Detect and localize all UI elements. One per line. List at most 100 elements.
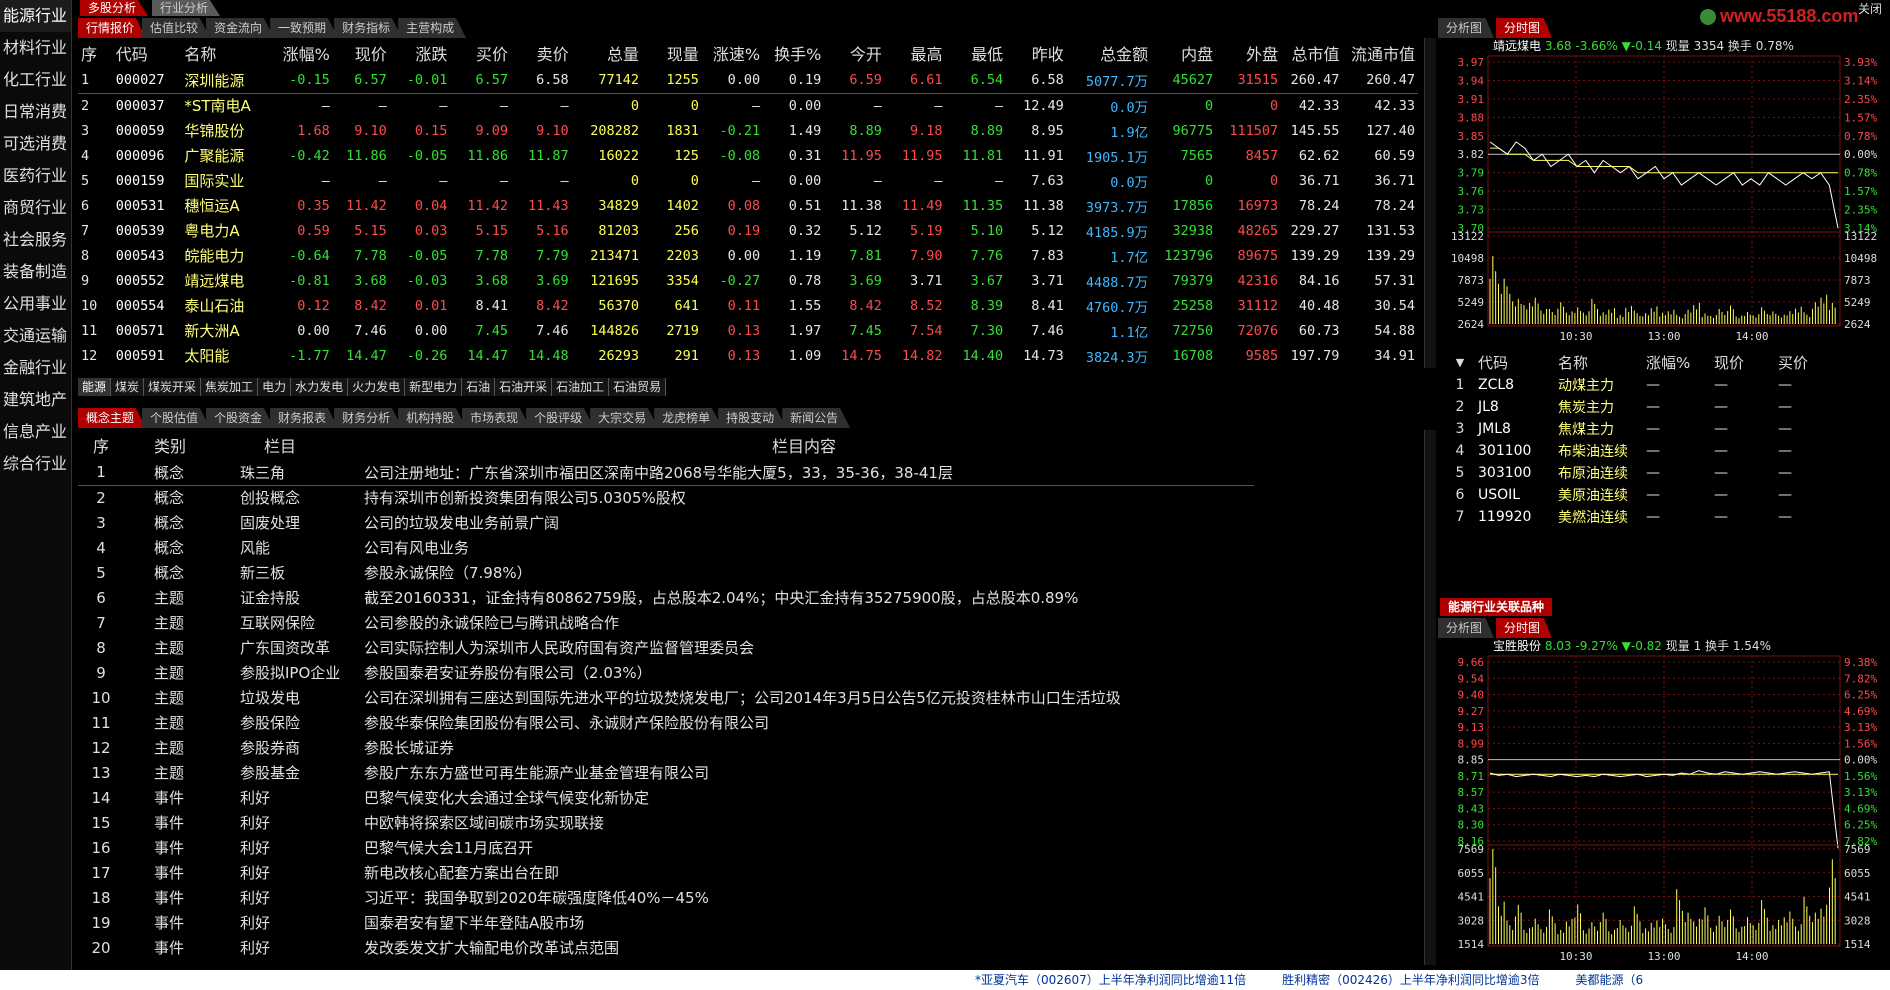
quote-row[interactable]: 2 000037 *ST南电A — — — — — 0 0 — 0.00 — — — 12.49 0.0万 0 0 4…	[78, 93, 1418, 118]
quote-header-cell[interactable]: 外盘	[1216, 38, 1281, 68]
industry-chip-12[interactable]: 石油贸易	[609, 378, 667, 396]
quote-header-cell[interactable]: 最高	[885, 38, 946, 68]
concept-row[interactable]: 20 事件 利好 发改委发文扩大输配电价改革试点范围	[78, 935, 1254, 960]
sidebar-item-9[interactable]: 装备制造	[0, 256, 71, 288]
quote-row[interactable]: 4 000096 广聚能源 -0.42 11.86 -0.05 11.86 11.87 1602…	[78, 143, 1418, 168]
quote-row[interactable]: 12 000591 太阳能 -1.77 14.47 -0.26 14.47 14.48 2629…	[78, 343, 1418, 368]
sidebar-item-3[interactable]: 化工行业	[0, 64, 71, 96]
industry-chip-4[interactable]: 焦炭加工	[201, 378, 259, 396]
info-tab-9[interactable]: 大宗交易	[590, 408, 659, 428]
sidebar-item-15[interactable]: 综合行业	[0, 448, 71, 480]
industry-chip-7[interactable]: 火力发电	[348, 378, 406, 396]
industry-chip-11[interactable]: 石油加工	[552, 378, 610, 396]
info-tab-2[interactable]: 个股估值	[142, 408, 211, 428]
quote-row[interactable]: 5 000159 国际实业 — — — — — 0 0 — 0.00 — — — 7.63 0.0万 0 0 36.7…	[78, 168, 1418, 193]
info-tab-3[interactable]: 个股资金	[206, 408, 275, 428]
sidebar-item-11[interactable]: 交通运输	[0, 320, 71, 352]
quote-row[interactable]: 7 000539 粤电力A 0.59 5.15 0.03 5.15 5.16 81203 256 0…	[78, 218, 1418, 243]
chart2-tab-intraday[interactable]: 分时图	[1496, 618, 1553, 638]
concept-scrollbar[interactable]	[1424, 430, 1436, 965]
info-tab-8[interactable]: 个股评级	[526, 408, 595, 428]
chart1-tab-analysis[interactable]: 分析图	[1438, 18, 1495, 38]
concept-row[interactable]: 19 事件 利好 国泰君安有望下半年登陆A股市场	[78, 910, 1254, 935]
futures-header-cell[interactable]: 代码	[1475, 350, 1555, 374]
quote-row[interactable]: 1 000027 深圳能源 -0.15 6.57 -0.01 6.57 6.58 77142 12…	[78, 68, 1418, 93]
industry-chip-8[interactable]: 新型电力	[405, 378, 463, 396]
sidebar-item-10[interactable]: 公用事业	[0, 288, 71, 320]
info-tab-5[interactable]: 财务分析	[334, 408, 403, 428]
concept-header-cell[interactable]: 序	[78, 430, 124, 460]
quote-header-cell[interactable]: 代码	[113, 38, 182, 68]
quote-tab-4[interactable]: 一致预期	[270, 18, 339, 38]
industry-chip-3[interactable]: 煤炭开采	[144, 378, 202, 396]
close-button[interactable]: 关闭	[1858, 0, 1882, 17]
concept-row[interactable]: 7 主题 互联网保险 公司参股的永诚保险已与腾讯战略合作	[78, 610, 1254, 635]
sidebar-item-12[interactable]: 金融行业	[0, 352, 71, 384]
quote-row[interactable]: 3 000059 华锦股份 1.68 9.10 0.15 9.09 9.10 208282 183…	[78, 118, 1418, 143]
quote-header-cell[interactable]: 总金额	[1067, 38, 1151, 68]
futures-row[interactable]: 1 ZCL8 动煤主力 — — —	[1445, 374, 1839, 396]
concept-row[interactable]: 1 概念 珠三角 公司注册地址：广东省深圳市福田区深南中路2068号华能大厦5，33，…	[78, 460, 1254, 485]
sidebar-item-14[interactable]: 信息产业	[0, 416, 71, 448]
quote-header-cell[interactable]: 涨幅%	[272, 38, 333, 68]
quote-header-cell[interactable]: 昨收	[1006, 38, 1067, 68]
futures-row[interactable]: 3 JML8 焦煤主力 — — —	[1445, 418, 1839, 440]
concept-row[interactable]: 11 主题 参股保险 参股华泰保险集团股份有限公司、永诚财产保险股份有限公司	[78, 710, 1254, 735]
futures-row[interactable]: 7 119920 美燃油连续 — — —	[1445, 506, 1839, 528]
quote-tab-1[interactable]: 行情报价	[78, 18, 147, 38]
concept-header-cell[interactable]: 栏目内容	[354, 430, 1254, 460]
quote-row[interactable]: 11 000571 新大洲A 0.00 7.46 0.00 7.45 7.46 144826 27…	[78, 318, 1418, 343]
concept-row[interactable]: 16 事件 利好 巴黎气候大会11月底召开	[78, 835, 1254, 860]
concept-row[interactable]: 8 主题 广东国资改革 公司实际控制人为深圳市人民政府国有资产监督管理委员会	[78, 635, 1254, 660]
concept-row[interactable]: 5 概念 新三板 参股永诚保险（7.98%）	[78, 560, 1254, 585]
quote-header-cell[interactable]: 流通市值	[1342, 38, 1418, 68]
quote-scrollbar[interactable]	[1424, 38, 1436, 368]
sidebar-item-5[interactable]: 可选消费	[0, 128, 71, 160]
info-tab-1[interactable]: 概念主题	[78, 408, 147, 428]
industry-chip-5[interactable]: 电力	[258, 378, 292, 396]
quote-tab-6[interactable]: 主营构成	[398, 18, 467, 38]
chart2-tab-analysis[interactable]: 分析图	[1438, 618, 1495, 638]
sidebar-item-13[interactable]: 建筑地产	[0, 384, 71, 416]
concept-row[interactable]: 3 概念 固废处理 公司的垃圾发电业务前景广阔	[78, 510, 1254, 535]
industry-chip-2[interactable]: 煤炭	[111, 378, 145, 396]
futures-header-cell[interactable]: 名称	[1555, 350, 1643, 374]
industry-chip-6[interactable]: 水力发电	[291, 378, 349, 396]
concept-row[interactable]: 2 概念 创投概念 持有深圳市创新投资集团有限公司5.0305%股权	[78, 485, 1254, 510]
futures-header-cell[interactable]: 买价	[1775, 350, 1839, 374]
quote-header-cell[interactable]: 换手%	[763, 38, 824, 68]
quote-header-cell[interactable]: 卖价	[511, 38, 572, 68]
tab-multi-stock[interactable]: 多股分析	[80, 0, 149, 16]
futures-header-cell[interactable]: 涨幅%	[1643, 350, 1711, 374]
concept-row[interactable]: 13 主题 参股基金 参股广东东方盛世可再生能源产业基金管理有限公司	[78, 760, 1254, 785]
concept-row[interactable]: 4 概念 风能 公司有风电业务	[78, 535, 1254, 560]
quote-tab-2[interactable]: 估值比较	[142, 18, 211, 38]
concept-row[interactable]: 14 事件 利好 巴黎气候变化大会通过全球气候变化新协定	[78, 785, 1254, 810]
concept-row[interactable]: 10 主题 垃圾发电 公司在深圳拥有三座达到国际先进水平的垃圾焚烧发电厂；公司2014…	[78, 685, 1254, 710]
tab-industry[interactable]: 行业分析	[152, 0, 221, 16]
sidebar-item-8[interactable]: 社会服务	[0, 224, 71, 256]
quote-tab-5[interactable]: 财务指标	[334, 18, 403, 38]
sidebar-item-7[interactable]: 商贸行业	[0, 192, 71, 224]
quote-row[interactable]: 8 000543 皖能电力 -0.64 7.78 -0.05 7.78 7.79 213471 2…	[78, 243, 1418, 268]
industry-chip-9[interactable]: 石油	[462, 378, 496, 396]
info-tab-6[interactable]: 机构持股	[398, 408, 467, 428]
info-tab-7[interactable]: 市场表现	[462, 408, 531, 428]
sidebar-item-1[interactable]: 能源行业	[0, 0, 71, 32]
quote-header-cell[interactable]: 最低	[946, 38, 1007, 68]
industry-chip-10[interactable]: 石油开采	[495, 378, 553, 396]
futures-row[interactable]: 5 303100 布原油连续 — — —	[1445, 462, 1839, 484]
chart1-tab-intraday[interactable]: 分时图	[1496, 18, 1553, 38]
concept-header-cell[interactable]: 类别	[124, 430, 204, 460]
quote-header-cell[interactable]: 名称	[181, 38, 271, 68]
info-tab-12[interactable]: 新闻公告	[782, 408, 851, 428]
concept-row[interactable]: 9 主题 参股拟IPO企业 参股国泰君安证券股份有限公司（2.03%）	[78, 660, 1254, 685]
quote-row[interactable]: 10 000554 泰山石油 0.12 8.42 0.01 8.41 8.42 56370 641…	[78, 293, 1418, 318]
industry-chip-1[interactable]: 能源	[78, 378, 112, 396]
quote-header-cell[interactable]: 今开	[824, 38, 885, 68]
quote-header-cell[interactable]: 内盘	[1151, 38, 1216, 68]
futures-row[interactable]: 6 USOIL 美原油连续 — — —	[1445, 484, 1839, 506]
concept-row[interactable]: 17 事件 利好 新电改核心配套方案出台在即	[78, 860, 1254, 885]
quote-row[interactable]: 6 000531 穗恒运A 0.35 11.42 0.04 11.42 11.43 34829 1…	[78, 193, 1418, 218]
concept-row[interactable]: 12 主题 参股券商 参股长城证券	[78, 735, 1254, 760]
